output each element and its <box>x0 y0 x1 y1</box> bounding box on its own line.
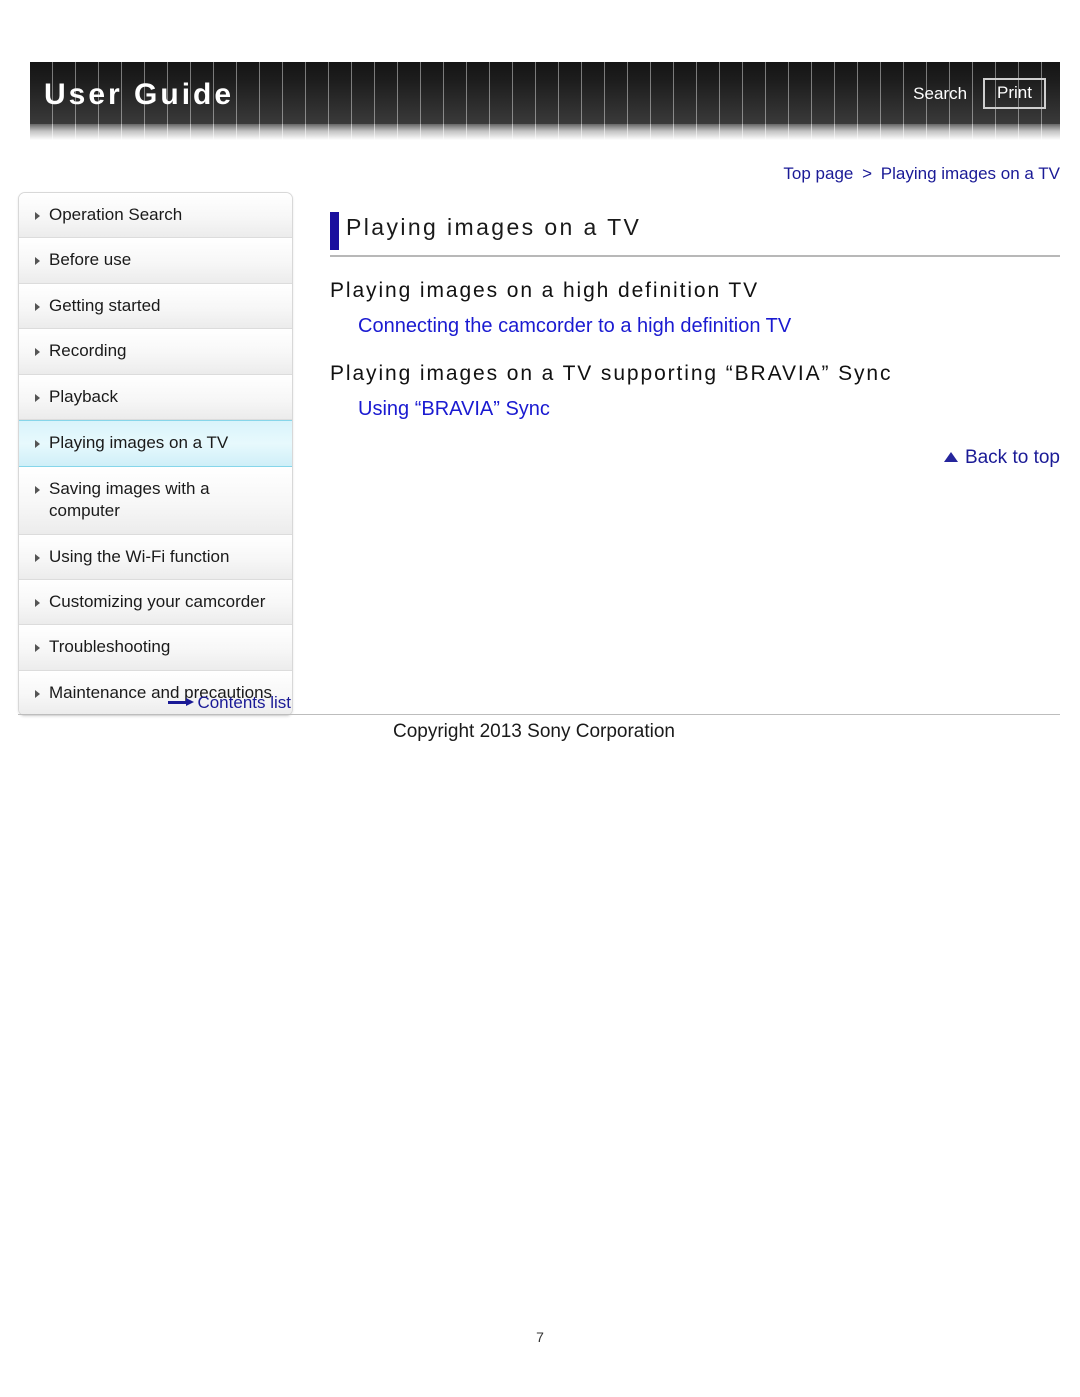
contents-list-label: Contents list <box>197 693 291 712</box>
breadcrumb-top-page-link[interactable]: Top page <box>783 164 853 183</box>
contents-list-link[interactable]: Contents list <box>18 693 291 713</box>
back-to-top-label: Back to top <box>964 447 1060 469</box>
sidebar-item-recording[interactable]: Recording <box>19 329 292 375</box>
sidebar-item-customizing-your-camcorder[interactable]: Customizing your camcorder <box>19 579 292 626</box>
banner-actions: Search Print <box>913 78 1046 109</box>
sidebar-item-operation-search[interactable]: Operation Search <box>19 193 292 239</box>
footer-divider <box>18 714 1060 715</box>
sidebar-item-saving-images-with-a-computer[interactable]: Saving images with a computer <box>19 466 292 535</box>
banner-reflection <box>30 124 1060 140</box>
page-title: Playing images on a TV <box>346 214 642 240</box>
main-content: Playing images on a TV Playing images on… <box>330 210 1060 469</box>
breadcrumb: Top page > Playing images on a TV <box>783 164 1060 184</box>
copyright-text: Copyright 2013 Sony Corporation <box>393 721 676 742</box>
sidebar-navigation: Operation Search Before use Getting star… <box>18 192 293 717</box>
sidebar-item-troubleshooting[interactable]: Troubleshooting <box>19 625 292 671</box>
breadcrumb-separator: > <box>862 164 873 183</box>
section-link-using-bravia-sync[interactable]: Using “BRAVIA” Sync <box>358 396 1060 423</box>
sidebar-item-playing-images-on-a-tv[interactable]: Playing images on a TV <box>19 420 292 467</box>
section-link-connecting-the-camcorder[interactable]: Connecting the camcorder to a high defin… <box>358 313 1060 340</box>
header-banner: User Guide Search Print <box>30 62 1060 140</box>
sidebar-item-before-use[interactable]: Before use <box>19 238 292 284</box>
breadcrumb-current: Playing images on a TV <box>880 164 1060 183</box>
page-title-row: Playing images on a TV <box>330 210 1060 257</box>
arrow-right-icon <box>168 698 195 707</box>
page-title-accent-bar <box>330 212 339 250</box>
back-to-top-link[interactable]: Back to top <box>330 447 1060 469</box>
page-number: 7 <box>536 1329 544 1345</box>
search-link[interactable]: Search <box>913 85 967 102</box>
sidebar-item-playback[interactable]: Playback <box>19 374 292 421</box>
sidebar-item-getting-started[interactable]: Getting started <box>19 283 292 330</box>
print-button[interactable]: Print <box>983 78 1046 109</box>
section-heading-bravia-sync: Playing images on a TV supporting “BRAVI… <box>330 361 893 385</box>
triangle-up-icon <box>943 452 958 463</box>
app-title: User Guide <box>44 78 235 111</box>
sidebar-item-using-the-wi-fi-function[interactable]: Using the Wi-Fi function <box>19 534 292 580</box>
section-heading-high-definition-tv: Playing images on a high definition TV <box>330 278 760 302</box>
